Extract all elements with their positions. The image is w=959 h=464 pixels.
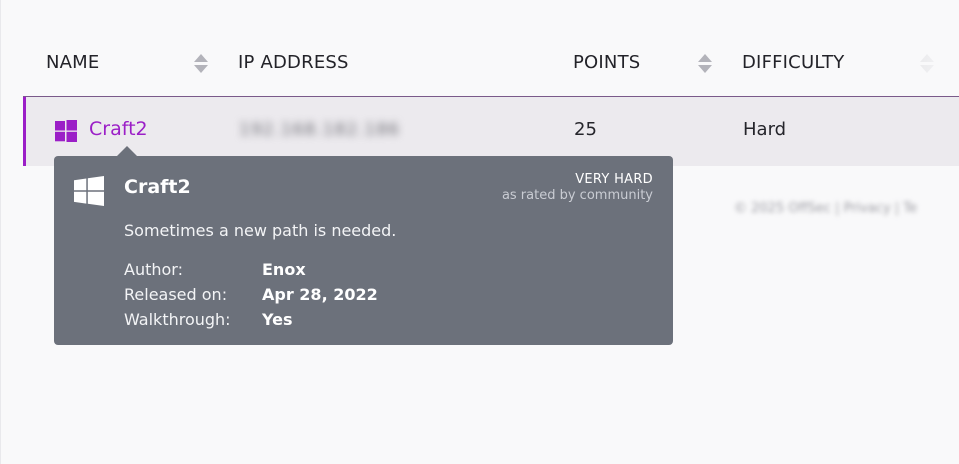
column-header-name[interactable]: NAME bbox=[46, 52, 99, 73]
machine-name-link[interactable]: Craft2 bbox=[89, 118, 148, 140]
column-header-difficulty[interactable]: DIFFICULTY bbox=[742, 52, 844, 73]
sort-name-icon[interactable] bbox=[194, 54, 208, 76]
community-rating: VERY HARD as rated by community bbox=[502, 172, 653, 203]
table-header: NAME IP ADDRESS POINTS DIFFICULTY bbox=[23, 40, 959, 97]
tooltip-title: Craft2 bbox=[124, 176, 191, 198]
windows-icon bbox=[55, 120, 77, 142]
column-header-points[interactable]: POINTS bbox=[573, 52, 640, 73]
released-label: Released on: bbox=[124, 285, 228, 304]
released-value: Apr 28, 2022 bbox=[262, 285, 378, 304]
points-value: 25 bbox=[574, 119, 597, 140]
footer-text: © 2025 OffSec | Privacy | Te bbox=[734, 201, 918, 216]
difficulty-value: Hard bbox=[743, 119, 787, 140]
header-fade bbox=[901, 40, 959, 96]
author-value: Enox bbox=[262, 260, 306, 279]
rating-note: as rated by community bbox=[501, 188, 653, 203]
sort-points-icon[interactable] bbox=[698, 54, 712, 76]
rating-level: VERY HARD bbox=[575, 172, 653, 187]
tooltip-description: Sometimes a new path is needed. bbox=[124, 221, 397, 240]
windows-icon bbox=[74, 176, 104, 206]
author-label: Author: bbox=[124, 260, 183, 279]
ip-address: 192.168.182.186 bbox=[239, 120, 401, 140]
column-header-ip: IP ADDRESS bbox=[238, 52, 349, 73]
walkthrough-label: Walkthrough: bbox=[124, 310, 231, 329]
page: NAME IP ADDRESS POINTS DIFFICULTY Craft2… bbox=[0, 0, 959, 464]
machine-tooltip: Craft2 VERY HARD as rated by community S… bbox=[54, 156, 673, 345]
walkthrough-value: Yes bbox=[262, 310, 293, 329]
